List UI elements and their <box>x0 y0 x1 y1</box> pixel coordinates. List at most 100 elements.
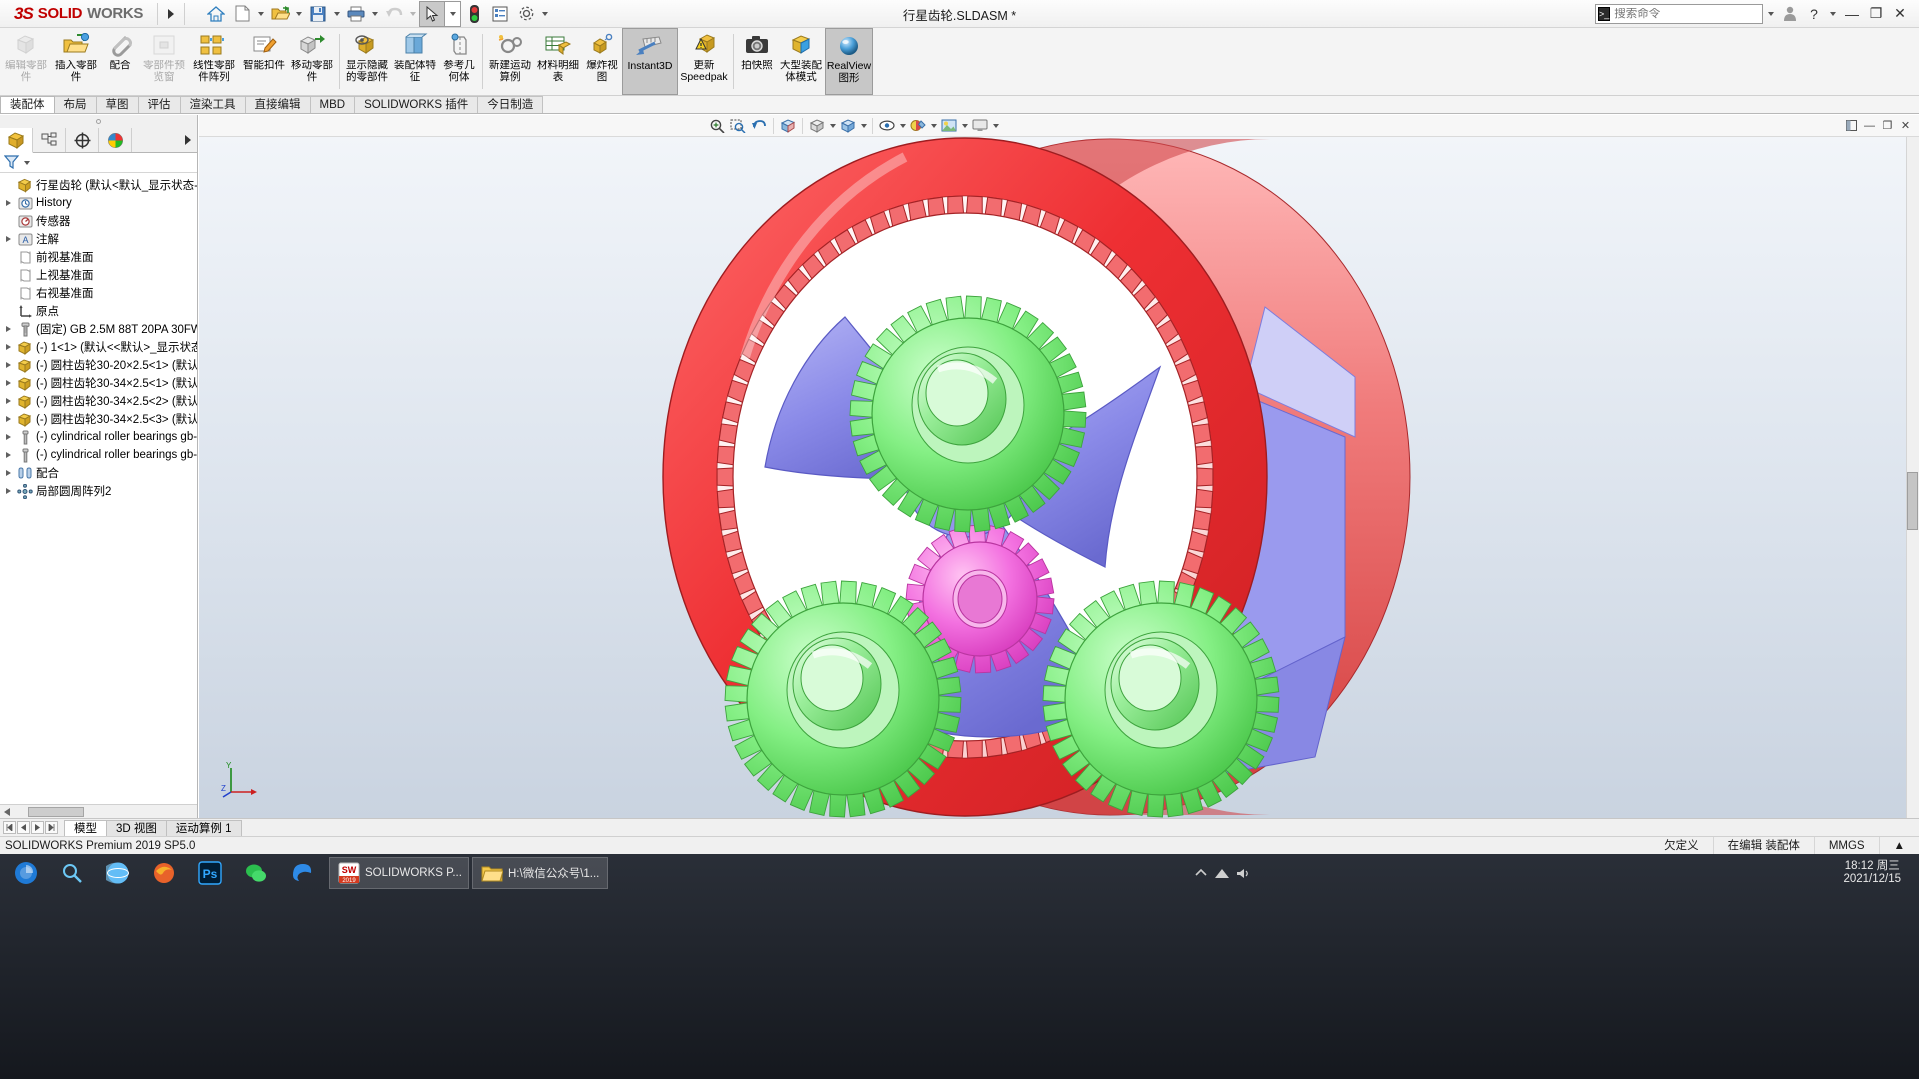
menu-expand-arrow-icon[interactable] <box>160 1 182 27</box>
edit-appearance-icon[interactable] <box>908 116 928 136</box>
ribbon-tab-6[interactable]: MBD <box>309 96 356 113</box>
tree-expand-toggle[interactable] <box>2 398 14 404</box>
panel-splitter-handle[interactable] <box>0 115 197 128</box>
options-list-icon[interactable] <box>487 1 513 27</box>
feature-tree-root[interactable]: 行星齿轮 (默认<默认_显示状态-1>) <box>0 176 197 194</box>
apply-scene-icon[interactable] <box>939 116 959 136</box>
feature-tree-item[interactable]: (-) cylindrical roller bearings gb- <box>0 428 197 446</box>
section-view-icon[interactable] <box>778 116 798 136</box>
select-caret-icon[interactable] <box>445 0 462 27</box>
search-caret-icon[interactable] <box>1765 1 1777 27</box>
chat-icon[interactable] <box>234 855 278 891</box>
feature-tree-item[interactable]: (固定) GB 2.5M 88T 20PA 30FW - <box>0 320 197 338</box>
tree-expand-toggle[interactable] <box>2 362 14 368</box>
doc-tab-prev-icon[interactable] <box>17 821 30 834</box>
firefox-icon[interactable] <box>142 855 186 891</box>
apply-scene-caret-icon[interactable] <box>960 116 969 136</box>
ribbon-tab-5[interactable]: 直接编辑 <box>244 96 311 113</box>
start-button-icon[interactable] <box>4 855 48 891</box>
print-icon[interactable] <box>343 1 369 27</box>
photoshop-icon[interactable]: Ps <box>188 855 232 891</box>
ribbon-button-move-component[interactable]: 移动零部件 <box>288 28 336 95</box>
tree-expand-toggle[interactable] <box>2 452 14 458</box>
graphics-area[interactable]: — ❐ ✕ Y Z <box>199 115 1919 818</box>
rebuild-icon[interactable] <box>461 1 487 27</box>
zoom-to-fit-icon[interactable] <box>707 116 727 136</box>
ribbon-tab-2[interactable]: 草图 <box>95 96 139 113</box>
feature-tree-item[interactable]: A 注解 <box>0 230 197 248</box>
ribbon-button-mate-paperclip[interactable]: 配合 <box>100 28 140 95</box>
undo-caret-icon[interactable] <box>407 1 419 27</box>
doc-restore-left-icon[interactable] <box>1843 117 1860 134</box>
ribbon-button-large-assembly-mode[interactable]: 大型装配体模式 <box>777 28 825 95</box>
feature-tree-item[interactable]: (-) 1<1> (默认<<默认>_显示状态 <box>0 338 197 356</box>
ribbon-button-smart-fasteners[interactable]: 智能扣件 <box>240 28 288 95</box>
view-orientation-icon[interactable] <box>807 116 827 136</box>
ribbon-tab-4[interactable]: 渲染工具 <box>179 96 246 113</box>
zoom-to-area-icon[interactable] <box>728 116 748 136</box>
close-button[interactable]: ✕ <box>1889 1 1911 27</box>
save-caret-icon[interactable] <box>331 1 343 27</box>
new-document-caret-icon[interactable] <box>255 1 267 27</box>
feature-tree-filter[interactable] <box>0 153 197 173</box>
feature-tree-item[interactable]: 右视基准面 <box>0 284 197 302</box>
open-folder-caret-icon[interactable] <box>293 1 305 27</box>
feature-tree-item[interactable]: History <box>0 194 197 212</box>
scroll-left-icon[interactable] <box>0 805 14 819</box>
user-account-icon[interactable] <box>1779 1 1801 27</box>
print-caret-icon[interactable] <box>369 1 381 27</box>
feature-tree-item[interactable]: (-) cylindrical roller bearings gb- <box>0 446 197 464</box>
ribbon-button-assembly-feature[interactable]: 装配体特征 <box>391 28 439 95</box>
ribbon-tab-0[interactable]: 装配体 <box>0 96 55 113</box>
feature-tree-item[interactable]: 原点 <box>0 302 197 320</box>
expand-panel-arrow-icon[interactable] <box>179 128 197 152</box>
feature-tree-item[interactable]: 上视基准面 <box>0 266 197 284</box>
ribbon-button-instant3d[interactable]: Instant3D <box>622 28 678 95</box>
ribbon-button-realview-graphics[interactable]: RealView 图形 <box>825 28 873 95</box>
search-input[interactable] <box>1614 7 1769 20</box>
search-taskbar-icon[interactable] <box>50 855 94 891</box>
feature-tree-item[interactable]: (-) 圆柱齿轮30-20×2.5<1> (默认< <box>0 356 197 374</box>
tree-expand-toggle[interactable] <box>2 416 14 422</box>
tree-expand-toggle[interactable] <box>2 488 14 494</box>
doc-minimize-button[interactable]: — <box>1861 117 1878 134</box>
tree-expand-toggle[interactable] <box>2 326 14 332</box>
gear-icon[interactable] <box>513 1 539 27</box>
ribbon-button-reference-geometry[interactable]: 参考几何体 <box>439 28 479 95</box>
taskbar-task-explorer[interactable]: H:\微信公众号\1... <box>472 857 609 889</box>
planetary-gear-model[interactable] <box>199 137 1919 818</box>
feature-tree-item[interactable]: 传感器 <box>0 212 197 230</box>
open-folder-icon[interactable] <box>267 1 293 27</box>
taskbar-clock[interactable]: 18:12 周三 2021/12/15 <box>1843 854 1919 892</box>
ribbon-tab-7[interactable]: SOLIDWORKS 插件 <box>354 96 479 113</box>
tree-expand-toggle[interactable] <box>2 200 14 206</box>
ribbon-tab-1[interactable]: 布局 <box>53 96 97 113</box>
browser-icon[interactable] <box>96 855 140 891</box>
view-orientation-caret-icon[interactable] <box>828 116 837 136</box>
graphics-vertical-scrollbar[interactable] <box>1906 137 1919 818</box>
ribbon-tab-3[interactable]: 评估 <box>137 96 181 113</box>
tree-expand-toggle[interactable] <box>2 236 14 242</box>
ribbon-button-bill-of-materials[interactable]: 材料明细表 <box>534 28 582 95</box>
ribbon-button-new-motion-study[interactable]: 新建运动算例 <box>486 28 534 95</box>
feature-tree-item[interactable]: (-) 圆柱齿轮30-34×2.5<3> (默认< <box>0 410 197 428</box>
feature-tree-item[interactable]: (-) 圆柱齿轮30-34×2.5<2> (默认< <box>0 392 197 410</box>
tree-expand-toggle[interactable] <box>2 434 14 440</box>
document-tab-2[interactable]: 运动算例 1 <box>165 819 242 837</box>
help-caret-icon[interactable] <box>1827 1 1839 27</box>
view-settings-caret-icon[interactable] <box>991 116 1000 136</box>
hide-show-items-caret-icon[interactable] <box>898 116 907 136</box>
doc-restore-button[interactable]: ❐ <box>1879 117 1896 134</box>
ribbon-button-insert-component[interactable]: 插入零部件 <box>52 28 100 95</box>
help-icon[interactable]: ? <box>1803 1 1825 27</box>
view-settings-icon[interactable] <box>970 116 990 136</box>
display-style-icon[interactable] <box>838 116 858 136</box>
minimize-button[interactable]: — <box>1841 1 1863 27</box>
doc-tab-last-icon[interactable] <box>45 821 58 834</box>
tree-expand-toggle[interactable] <box>2 470 14 476</box>
doc-tab-next-icon[interactable] <box>31 821 44 834</box>
tree-expand-toggle[interactable] <box>2 344 14 350</box>
options-caret-icon[interactable] <box>539 1 551 27</box>
previous-view-icon[interactable] <box>749 116 769 136</box>
feature-tree-item[interactable]: 配合 <box>0 464 197 482</box>
